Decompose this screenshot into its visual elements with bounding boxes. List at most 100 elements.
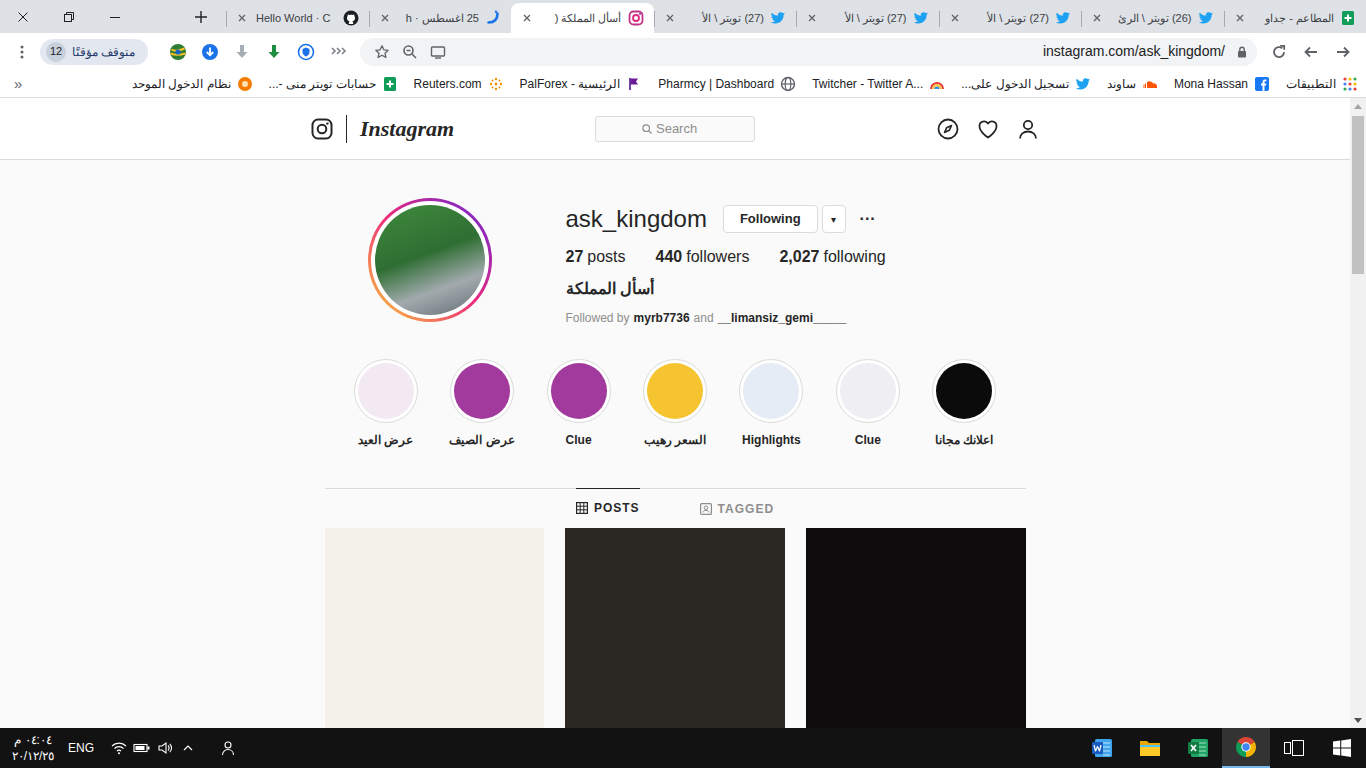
search-input[interactable]	[656, 119, 708, 139]
avatar-ring[interactable]	[368, 198, 492, 322]
tab-close-button[interactable]	[947, 10, 963, 26]
highlight[interactable]: عرض العيد	[338, 359, 434, 449]
stat[interactable]: 27posts	[566, 245, 626, 269]
extension-button[interactable]	[162, 38, 194, 66]
heart-icon[interactable]	[977, 118, 999, 140]
more-options-button[interactable]: ···	[860, 211, 876, 227]
bookmarks-overflow-button[interactable]: »	[14, 76, 22, 91]
bookmark[interactable]: ساوند	[1107, 75, 1158, 93]
scroll-thumb[interactable]	[1352, 116, 1364, 274]
bookmark[interactable]: Pharmcy | Dashboard	[658, 75, 796, 93]
search-box[interactable]	[595, 116, 755, 142]
bookmark[interactable]: التطبيقات	[1286, 75, 1358, 93]
bookmark[interactable]: تسجيل الدخول على...	[961, 75, 1091, 93]
favicon-icon	[1198, 10, 1214, 26]
new-tab-button[interactable]	[188, 0, 214, 33]
taskbar-button[interactable]	[1078, 728, 1126, 768]
reload-icon	[1271, 44, 1287, 60]
extension-button[interactable]	[226, 38, 258, 66]
highlight[interactable]: Highlights	[723, 359, 819, 449]
bookmark[interactable]: نظام الدخول الموحد	[132, 75, 253, 93]
person-icon[interactable]	[1017, 118, 1039, 140]
extension-button[interactable]	[322, 38, 354, 66]
tab-close-button[interactable]	[377, 10, 393, 26]
highlight[interactable]: عرض الصيف	[434, 359, 530, 449]
profile-tab[interactable]: TAGGED	[700, 489, 774, 528]
taskbar-button[interactable]	[1270, 728, 1318, 768]
tab-close-button[interactable]	[519, 10, 535, 26]
dropdown-button[interactable]: ▾	[822, 205, 846, 233]
profile-tab[interactable]: POSTS	[576, 488, 640, 527]
clock[interactable]: ٠٤:٠٤ م٢٠/١٢/٢٥	[6, 732, 60, 764]
back-button[interactable]	[1327, 38, 1359, 66]
extension-button[interactable]	[194, 38, 226, 66]
zoom-button[interactable]	[396, 40, 424, 64]
bookmark[interactable]: Twitcher - Twitter A...	[812, 75, 945, 93]
browser-tab[interactable]: (27) تويتر \ الأ	[796, 3, 939, 33]
reload-button[interactable]	[1263, 38, 1295, 66]
browser-tab[interactable]: 25 اغسطس · h	[369, 3, 512, 33]
extension-button[interactable]	[258, 38, 290, 66]
highlight[interactable]: السعر رهيب	[627, 359, 723, 449]
taskbar-button[interactable]	[1318, 728, 1366, 768]
scrollbar[interactable]	[1350, 98, 1366, 728]
bookmark[interactable]: الرئيسية - PalForex	[520, 75, 643, 93]
tab-separator	[1224, 11, 1225, 27]
compass-icon[interactable]	[937, 118, 959, 140]
highlight[interactable]: اعلانك مجانا	[916, 359, 1012, 449]
bookmark[interactable]: Reuters.com	[414, 75, 504, 93]
browser-tab[interactable]: أسأل المملكة (	[511, 3, 654, 33]
tab-close-button[interactable]	[1089, 10, 1105, 26]
close-window-button[interactable]	[0, 0, 46, 33]
bookmark[interactable]: حسابات تويتر منى -...	[269, 75, 398, 93]
tab-close-button[interactable]	[804, 10, 820, 26]
tab-close-button[interactable]	[662, 10, 678, 26]
taskbar-button[interactable]	[1126, 728, 1174, 768]
bookmark-label: الرئيسية - PalForex	[520, 75, 621, 93]
follower-link[interactable]: __limansiz_gemi_____	[718, 311, 847, 325]
stat[interactable]: 440followers	[656, 245, 750, 269]
instagram-logo[interactable]: Instagram	[311, 112, 554, 145]
follower-link[interactable]: myrb7736	[634, 311, 690, 325]
post-tile[interactable]	[325, 528, 545, 728]
input-language[interactable]: ENG	[68, 739, 94, 757]
install-button[interactable]	[424, 40, 452, 64]
taskbar-button[interactable]	[1222, 728, 1270, 768]
highlight[interactable]: Clue	[820, 359, 916, 449]
taskbar-button[interactable]	[1174, 728, 1222, 768]
tray-button[interactable]	[110, 728, 128, 768]
post-tile[interactable]	[565, 528, 785, 728]
browser-menu-button[interactable]	[6, 38, 38, 66]
extension-button[interactable]	[290, 38, 322, 66]
minimize-window-button[interactable]	[92, 0, 138, 33]
tray-button[interactable]	[156, 728, 174, 768]
highlight-cover	[743, 363, 799, 419]
bookmark-star-button[interactable]	[368, 40, 396, 64]
browser-tab[interactable]: المطاعم - جداو	[1224, 3, 1366, 33]
post-tile[interactable]	[806, 528, 1026, 728]
tab-close-button[interactable]	[1232, 10, 1248, 26]
browser-tab[interactable]: Hello World · C	[226, 3, 369, 33]
bookmark-favicon-icon	[929, 76, 945, 92]
tray-button[interactable]	[133, 728, 151, 768]
bookmark-label: حسابات تويتر منى -...	[269, 75, 376, 93]
stat[interactable]: 2,027following	[779, 245, 885, 269]
profile-chip[interactable]: 12متوقف مؤقتًا	[40, 39, 148, 65]
scroll-up-button[interactable]	[1350, 98, 1366, 114]
people-button[interactable]	[217, 728, 239, 768]
browser-tab[interactable]: (27) تويتر \ الأ	[939, 3, 1082, 33]
tab-close-button[interactable]	[234, 10, 250, 26]
restore-window-button[interactable]	[46, 0, 92, 33]
highlight[interactable]: Clue	[530, 359, 626, 449]
highlight-cover	[551, 363, 607, 419]
tray-button[interactable]	[179, 728, 197, 768]
bookmark[interactable]: Mona Hassan	[1174, 75, 1270, 93]
forward-button[interactable]	[1295, 38, 1327, 66]
tag-icon	[700, 503, 712, 515]
browser-tab[interactable]: (27) تويتر \ الأ	[654, 3, 797, 33]
scroll-down-button[interactable]	[1350, 712, 1366, 728]
browser-tab[interactable]: (26) تويتر \ الرئ	[1081, 3, 1224, 33]
address-bar[interactable]: instagram.com/ask_kingdom/	[360, 38, 1257, 66]
plus-icon	[195, 11, 207, 23]
following-button[interactable]: Following	[723, 205, 818, 233]
